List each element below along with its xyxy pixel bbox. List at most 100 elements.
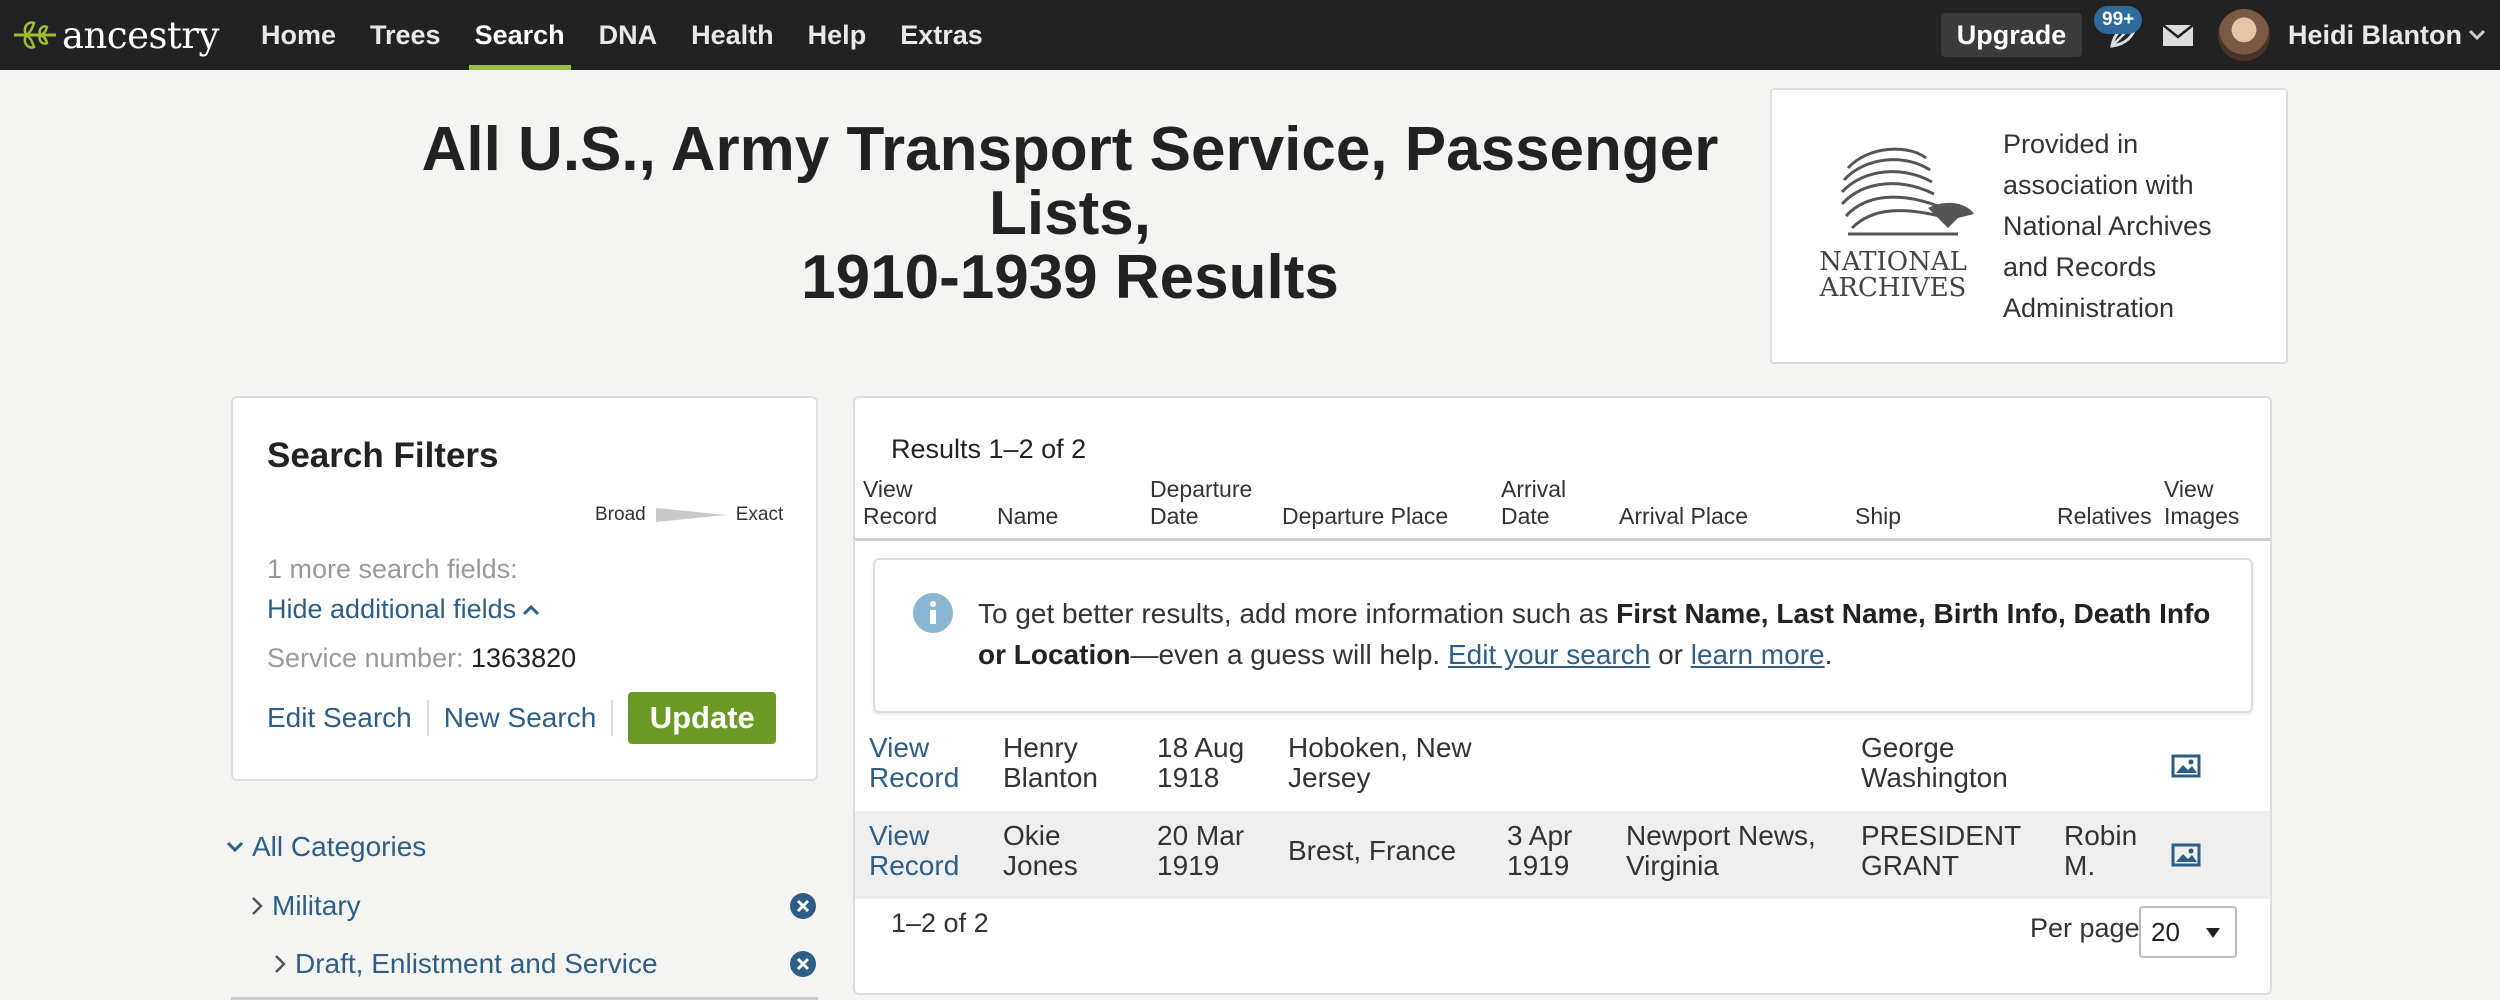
chevron-up-icon: [523, 604, 540, 615]
update-button[interactable]: Update: [628, 692, 777, 744]
exact-label: Exact: [735, 504, 784, 525]
header-text: Record: [863, 503, 938, 529]
nav-help[interactable]: Help: [791, 0, 884, 70]
nav-trees[interactable]: Trees: [353, 0, 458, 70]
table-row: View Record Henry Blanton 18 Aug 1918 Ho…: [855, 723, 2270, 811]
cell-text: Brest, France: [1288, 835, 1457, 866]
record-arrival-date: 3 Apr 1919: [1507, 821, 1572, 881]
learn-more-link[interactable]: learn more: [1691, 639, 1825, 670]
view-record-link[interactable]: View Record: [869, 821, 959, 881]
cell-text: M.: [2064, 850, 2096, 881]
dropdown-arrow-icon: [2206, 928, 2220, 938]
logo-text: ancestry: [62, 13, 219, 57]
column-ship[interactable]: Ship: [1855, 503, 1901, 530]
filters-title: Search Filters: [267, 436, 499, 475]
cell-text: Jones: [1003, 850, 1078, 881]
nav-home[interactable]: Home: [244, 0, 353, 70]
column-arrival-date[interactable]: Arrival Date: [1501, 476, 1566, 530]
record-relatives: Robin M.: [2064, 821, 2137, 881]
tip-text: .: [1824, 639, 1833, 670]
divider: [855, 538, 2270, 541]
record-name: Okie Jones: [1003, 821, 1078, 881]
per-page-value: 20: [2151, 916, 2180, 947]
edit-search-link[interactable]: Edit Search: [267, 702, 412, 734]
nav-search[interactable]: Search: [458, 0, 582, 70]
remove-filter-icon[interactable]: [789, 950, 817, 978]
column-view-images[interactable]: View Images: [2164, 476, 2239, 530]
cell-text: 3 Apr: [1507, 820, 1573, 851]
view-image-icon[interactable]: [2171, 754, 2201, 778]
header-text: Departure: [1150, 476, 1253, 502]
hide-fields-label: Hide additional fields: [267, 594, 517, 624]
column-relatives[interactable]: Relatives: [2057, 503, 2152, 530]
column-departure-date[interactable]: Departure Date: [1150, 476, 1252, 530]
broad-exact-slider[interactable]: Broad Exact: [595, 503, 783, 527]
nav-extras[interactable]: Extras: [883, 0, 1000, 70]
mail-icon[interactable]: [2162, 24, 2194, 47]
cell-text: Okie: [1003, 820, 1061, 851]
hide-additional-fields-link[interactable]: Hide additional fields: [267, 594, 540, 625]
header-text: Date: [1150, 503, 1199, 529]
column-departure-place[interactable]: Departure Place: [1282, 503, 1448, 530]
category-draft-enlistment[interactable]: Draft, Enlistment and Service: [273, 944, 658, 984]
results-panel: Results 1–2 of 2 View Record Name Depart…: [853, 396, 2272, 995]
cell-text: Newport News,: [1626, 820, 1816, 851]
divider: [611, 700, 614, 736]
header-text: View: [2164, 476, 2214, 502]
category-military-label: Military: [272, 890, 361, 921]
results-count: Results 1–2 of 2: [891, 434, 1087, 464]
record-departure-place: Hoboken, New Jersey: [1288, 733, 1472, 793]
cell-text: 20 Mar: [1157, 820, 1245, 851]
divider: [426, 700, 429, 736]
cell-text: 1919: [1507, 850, 1570, 881]
record-arrival-place: Newport News, Virginia: [1626, 821, 1816, 881]
more-fields-text: 1 more search fields:: [267, 554, 518, 584]
search-filters-panel: Search Filters Broad Exact 1 more search…: [231, 396, 818, 781]
cell-text: 1919: [1157, 850, 1220, 881]
view-image-icon[interactable]: [2171, 843, 2201, 867]
ancestry-logo[interactable]: ancestry: [12, 12, 219, 58]
link-text: Record: [869, 762, 960, 793]
cell-text: GRANT: [1861, 850, 1959, 881]
cell-text: Henry: [1003, 732, 1078, 763]
record-departure-date: 20 Mar 1919: [1157, 821, 1244, 881]
search-tip-box: To get better results, add more informat…: [873, 558, 2253, 713]
column-name[interactable]: Name: [997, 503, 1058, 530]
column-arrival-place[interactable]: Arrival Place: [1619, 503, 1748, 530]
page-title-line2: 1910-1939 Results: [801, 243, 1339, 312]
user-avatar[interactable]: [2218, 9, 2270, 61]
record-departure-date: 18 Aug 1918: [1157, 733, 1244, 793]
category-military[interactable]: Military: [250, 886, 361, 926]
nav-dna[interactable]: DNA: [582, 0, 675, 70]
leaf-icon: [14, 21, 56, 49]
record-ship: George Washington: [1861, 733, 2008, 793]
chevron-down-icon: [2468, 29, 2486, 41]
record-name: Henry Blanton: [1003, 733, 1098, 793]
column-view-record[interactable]: View Record: [863, 476, 937, 530]
header-text: View: [863, 476, 913, 502]
cell-text: Jersey: [1288, 762, 1371, 793]
cell-text: PRESIDENT: [1861, 820, 2022, 851]
cell-text: 1918: [1157, 762, 1220, 793]
edit-your-search-link[interactable]: Edit your search: [1448, 639, 1650, 670]
user-menu[interactable]: Heidi Blanton: [2288, 18, 2486, 52]
collection-provider-box: NATIONAL ARCHIVES Provided in associatio…: [1770, 88, 2288, 364]
exactness-wedge-icon: [655, 508, 726, 522]
per-page-label: Per page: [2030, 913, 2140, 943]
upgrade-button[interactable]: Upgrade: [1941, 13, 2082, 57]
page-title-line1: All U.S., Army Transport Service, Passen…: [421, 115, 1719, 248]
cell-text: Blanton: [1003, 762, 1098, 793]
chevron-right-icon: [275, 955, 286, 973]
header-text: Arrival: [1501, 476, 1567, 502]
per-page-select[interactable]: 20: [2139, 906, 2237, 958]
record-departure-place: Brest, France: [1288, 836, 1456, 866]
link-text: Record: [869, 850, 960, 881]
pagination-count: 1–2 of 2: [891, 908, 989, 938]
new-search-link[interactable]: New Search: [444, 702, 597, 734]
search-tip-text: To get better results, add more informat…: [978, 593, 2228, 675]
filter-actions: Edit Search New Search Update: [267, 692, 777, 744]
all-categories-toggle[interactable]: All Categories: [226, 827, 426, 867]
remove-filter-icon[interactable]: [789, 892, 817, 920]
view-record-link[interactable]: View Record: [869, 733, 959, 793]
nav-health[interactable]: Health: [674, 0, 791, 70]
